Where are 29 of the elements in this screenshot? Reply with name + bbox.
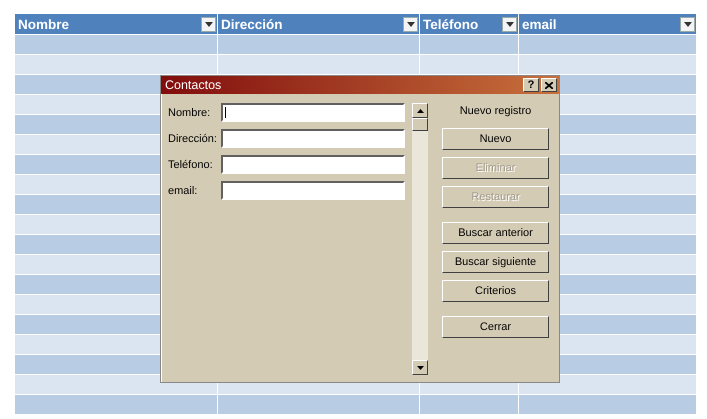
field-label: email: — [168, 184, 198, 198]
scroll-up-icon[interactable] — [412, 103, 428, 118]
input-field[interactable] — [221, 155, 405, 174]
window-title: Contactos — [165, 78, 222, 92]
dialog-button[interactable]: Nuevo — [442, 128, 549, 150]
filter-dropdown-icon[interactable] — [403, 16, 418, 32]
input-field[interactable] — [221, 103, 405, 122]
scroll-down-icon[interactable] — [412, 360, 428, 375]
input-field[interactable] — [221, 129, 405, 148]
input-field[interactable] — [221, 181, 405, 200]
dialog-button[interactable]: Criterios — [442, 280, 549, 302]
dialog-button[interactable]: Buscar siguiente — [442, 251, 549, 273]
close-icon[interactable] — [541, 78, 557, 92]
scroll-thumb[interactable] — [412, 118, 428, 131]
scrollbar[interactable] — [412, 103, 428, 375]
filter-dropdown-icon[interactable] — [502, 16, 517, 32]
column-header: email — [519, 14, 696, 34]
field-label: Nombre: — [168, 106, 212, 120]
column-header: Teléfono — [420, 14, 518, 34]
record-status: Nuevo registro — [460, 105, 532, 119]
filter-dropdown-icon[interactable] — [680, 16, 695, 32]
help-button[interactable]: ? — [523, 78, 539, 92]
dialog-button[interactable]: Buscar anterior — [442, 222, 549, 244]
field-label: Dirección: — [168, 132, 218, 146]
dialog-button[interactable]: Cerrar — [442, 316, 549, 338]
column-header: Dirección — [218, 14, 419, 34]
column-header: Nombre — [15, 14, 217, 34]
filter-dropdown-icon[interactable] — [201, 16, 216, 32]
field-label: Teléfono: — [168, 158, 214, 172]
